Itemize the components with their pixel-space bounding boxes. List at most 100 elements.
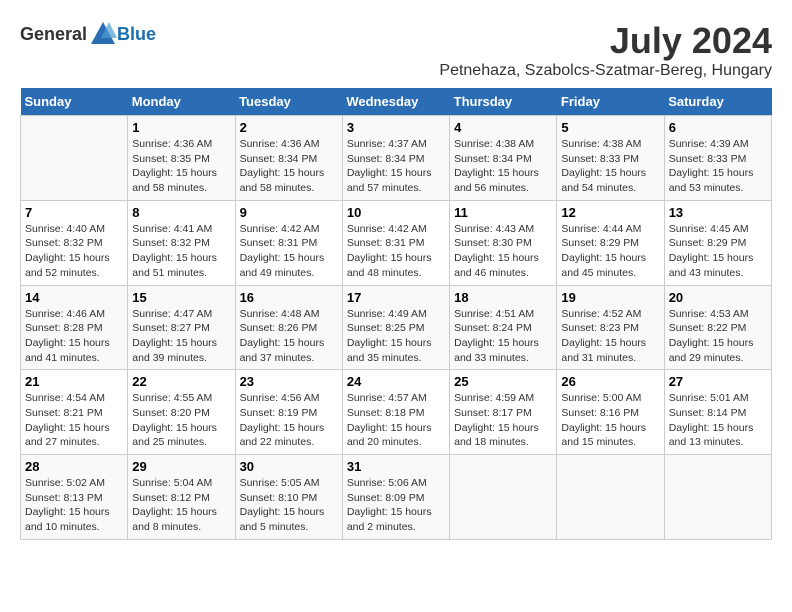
calendar-cell: 23 Sunrise: 4:56 AM Sunset: 8:19 PM Dayli…	[235, 370, 342, 455]
calendar-cell	[450, 455, 557, 540]
calendar-cell: 9 Sunrise: 4:42 AM Sunset: 8:31 PM Daylig…	[235, 200, 342, 285]
day-number: 24	[347, 374, 445, 389]
calendar-cell: 15Sunrise: 4:47 AM Sunset: 8:27 PM Dayli…	[128, 285, 235, 370]
day-info: Sunrise: 4:46 AM Sunset: 8:28 PM Dayligh…	[25, 307, 123, 366]
day-info: Sunrise: 4:59 AM Sunset: 8:17 PM Dayligh…	[454, 391, 552, 450]
day-info: Sunrise: 5:01 AM Sunset: 8:14 PM Dayligh…	[669, 391, 767, 450]
day-number: 27	[669, 374, 767, 389]
day-number: 28	[25, 459, 123, 474]
calendar-cell: 29 Sunrise: 5:04 AM Sunset: 8:12 PM Dayli…	[128, 455, 235, 540]
day-info: Sunrise: 4:53 AM Sunset: 8:22 PM Dayligh…	[669, 307, 767, 366]
day-number: 11	[454, 205, 552, 220]
calendar-week-row: 7Sunrise: 4:40 AM Sunset: 8:32 PM Daylig…	[21, 200, 772, 285]
day-number: 4	[454, 120, 552, 135]
day-info: Sunrise: 4:43 AM Sunset: 8:30 PM Dayligh…	[454, 222, 552, 281]
day-number: 29	[132, 459, 230, 474]
day-number: 17	[347, 290, 445, 305]
day-info: Sunrise: 4:42 AM Sunset: 8:31 PM Dayligh…	[240, 222, 338, 281]
day-info: Sunrise: 5:04 AM Sunset: 8:12 PM Dayligh…	[132, 476, 230, 535]
calendar-cell	[557, 455, 664, 540]
day-number: 12	[561, 205, 659, 220]
title-area: July 2024 Petnehaza, Szabolcs-Szatmar-Be…	[439, 20, 772, 80]
day-info: Sunrise: 4:38 AM Sunset: 8:33 PM Dayligh…	[561, 137, 659, 196]
day-info: Sunrise: 4:54 AM Sunset: 8:21 PM Dayligh…	[25, 391, 123, 450]
day-number: 30	[240, 459, 338, 474]
day-info: Sunrise: 4:44 AM Sunset: 8:29 PM Dayligh…	[561, 222, 659, 281]
day-number: 13	[669, 205, 767, 220]
calendar-cell: 12 Sunrise: 4:44 AM Sunset: 8:29 PM Dayli…	[557, 200, 664, 285]
weekday-header-cell: Thursday	[450, 88, 557, 116]
calendar-cell: 5 Sunrise: 4:38 AM Sunset: 8:33 PM Daylig…	[557, 116, 664, 201]
calendar-body: 1Sunrise: 4:36 AM Sunset: 8:35 PM Daylig…	[21, 116, 772, 540]
calendar-cell: 8Sunrise: 4:41 AM Sunset: 8:32 PM Daylig…	[128, 200, 235, 285]
day-number: 26	[561, 374, 659, 389]
calendar-week-row: 1Sunrise: 4:36 AM Sunset: 8:35 PM Daylig…	[21, 116, 772, 201]
day-info: Sunrise: 4:52 AM Sunset: 8:23 PM Dayligh…	[561, 307, 659, 366]
day-number: 31	[347, 459, 445, 474]
calendar-cell: 19Sunrise: 4:52 AM Sunset: 8:23 PM Dayli…	[557, 285, 664, 370]
day-info: Sunrise: 4:36 AM Sunset: 8:34 PM Dayligh…	[240, 137, 338, 196]
day-info: Sunrise: 4:56 AM Sunset: 8:19 PM Dayligh…	[240, 391, 338, 450]
day-number: 14	[25, 290, 123, 305]
calendar-cell	[664, 455, 771, 540]
logo: General Blue	[20, 20, 156, 48]
calendar-cell: 6 Sunrise: 4:39 AM Sunset: 8:33 PM Daylig…	[664, 116, 771, 201]
day-info: Sunrise: 4:42 AM Sunset: 8:31 PM Dayligh…	[347, 222, 445, 281]
day-info: Sunrise: 4:36 AM Sunset: 8:35 PM Dayligh…	[132, 137, 230, 196]
day-info: Sunrise: 4:48 AM Sunset: 8:26 PM Dayligh…	[240, 307, 338, 366]
calendar-week-row: 21 Sunrise: 4:54 AM Sunset: 8:21 PM Dayli…	[21, 370, 772, 455]
calendar-cell: 31Sunrise: 5:06 AM Sunset: 8:09 PM Dayli…	[342, 455, 449, 540]
day-number: 6	[669, 120, 767, 135]
weekday-header-cell: Friday	[557, 88, 664, 116]
calendar-cell: 13 Sunrise: 4:45 AM Sunset: 8:29 PM Dayli…	[664, 200, 771, 285]
calendar-cell: 16 Sunrise: 4:48 AM Sunset: 8:26 PM Dayli…	[235, 285, 342, 370]
calendar-cell: 4 Sunrise: 4:38 AM Sunset: 8:34 PM Daylig…	[450, 116, 557, 201]
weekday-header-cell: Wednesday	[342, 88, 449, 116]
day-number: 7	[25, 205, 123, 220]
calendar-cell: 24 Sunrise: 4:57 AM Sunset: 8:18 PM Dayli…	[342, 370, 449, 455]
calendar-cell: 22Sunrise: 4:55 AM Sunset: 8:20 PM Dayli…	[128, 370, 235, 455]
day-info: Sunrise: 5:05 AM Sunset: 8:10 PM Dayligh…	[240, 476, 338, 535]
page-header: General Blue July 2024 Petnehaza, Szabol…	[20, 20, 772, 80]
day-info: Sunrise: 5:00 AM Sunset: 8:16 PM Dayligh…	[561, 391, 659, 450]
weekday-header-cell: Tuesday	[235, 88, 342, 116]
calendar-cell: 21 Sunrise: 4:54 AM Sunset: 8:21 PM Dayli…	[21, 370, 128, 455]
day-number: 5	[561, 120, 659, 135]
day-info: Sunrise: 4:49 AM Sunset: 8:25 PM Dayligh…	[347, 307, 445, 366]
day-info: Sunrise: 4:37 AM Sunset: 8:34 PM Dayligh…	[347, 137, 445, 196]
day-number: 10	[347, 205, 445, 220]
weekday-header-row: SundayMondayTuesdayWednesdayThursdayFrid…	[21, 88, 772, 116]
day-number: 20	[669, 290, 767, 305]
calendar-cell: 25Sunrise: 4:59 AM Sunset: 8:17 PM Dayli…	[450, 370, 557, 455]
logo-text-blue: Blue	[117, 24, 156, 45]
day-number: 15	[132, 290, 230, 305]
calendar-cell: 1Sunrise: 4:36 AM Sunset: 8:35 PM Daylig…	[128, 116, 235, 201]
calendar-table: SundayMondayTuesdayWednesdayThursdayFrid…	[20, 88, 772, 540]
calendar-cell: 11 Sunrise: 4:43 AM Sunset: 8:30 PM Dayli…	[450, 200, 557, 285]
calendar-cell: 18 Sunrise: 4:51 AM Sunset: 8:24 PM Dayli…	[450, 285, 557, 370]
weekday-header-cell: Sunday	[21, 88, 128, 116]
calendar-week-row: 14 Sunrise: 4:46 AM Sunset: 8:28 PM Dayli…	[21, 285, 772, 370]
weekday-header-cell: Monday	[128, 88, 235, 116]
day-info: Sunrise: 4:51 AM Sunset: 8:24 PM Dayligh…	[454, 307, 552, 366]
day-number: 3	[347, 120, 445, 135]
day-number: 16	[240, 290, 338, 305]
day-number: 9	[240, 205, 338, 220]
day-number: 2	[240, 120, 338, 135]
calendar-cell: 3 Sunrise: 4:37 AM Sunset: 8:34 PM Daylig…	[342, 116, 449, 201]
day-info: Sunrise: 5:02 AM Sunset: 8:13 PM Dayligh…	[25, 476, 123, 535]
day-info: Sunrise: 4:55 AM Sunset: 8:20 PM Dayligh…	[132, 391, 230, 450]
day-info: Sunrise: 4:39 AM Sunset: 8:33 PM Dayligh…	[669, 137, 767, 196]
day-info: Sunrise: 4:38 AM Sunset: 8:34 PM Dayligh…	[454, 137, 552, 196]
logo-icon	[89, 20, 117, 48]
day-number: 21	[25, 374, 123, 389]
day-number: 18	[454, 290, 552, 305]
month-title: July 2024	[439, 20, 772, 62]
day-number: 23	[240, 374, 338, 389]
calendar-cell: 20 Sunrise: 4:53 AM Sunset: 8:22 PM Dayli…	[664, 285, 771, 370]
calendar-cell: 10 Sunrise: 4:42 AM Sunset: 8:31 PM Dayli…	[342, 200, 449, 285]
calendar-cell: 30 Sunrise: 5:05 AM Sunset: 8:10 PM Dayli…	[235, 455, 342, 540]
day-info: Sunrise: 4:45 AM Sunset: 8:29 PM Dayligh…	[669, 222, 767, 281]
day-info: Sunrise: 4:57 AM Sunset: 8:18 PM Dayligh…	[347, 391, 445, 450]
calendar-cell: 14 Sunrise: 4:46 AM Sunset: 8:28 PM Dayli…	[21, 285, 128, 370]
